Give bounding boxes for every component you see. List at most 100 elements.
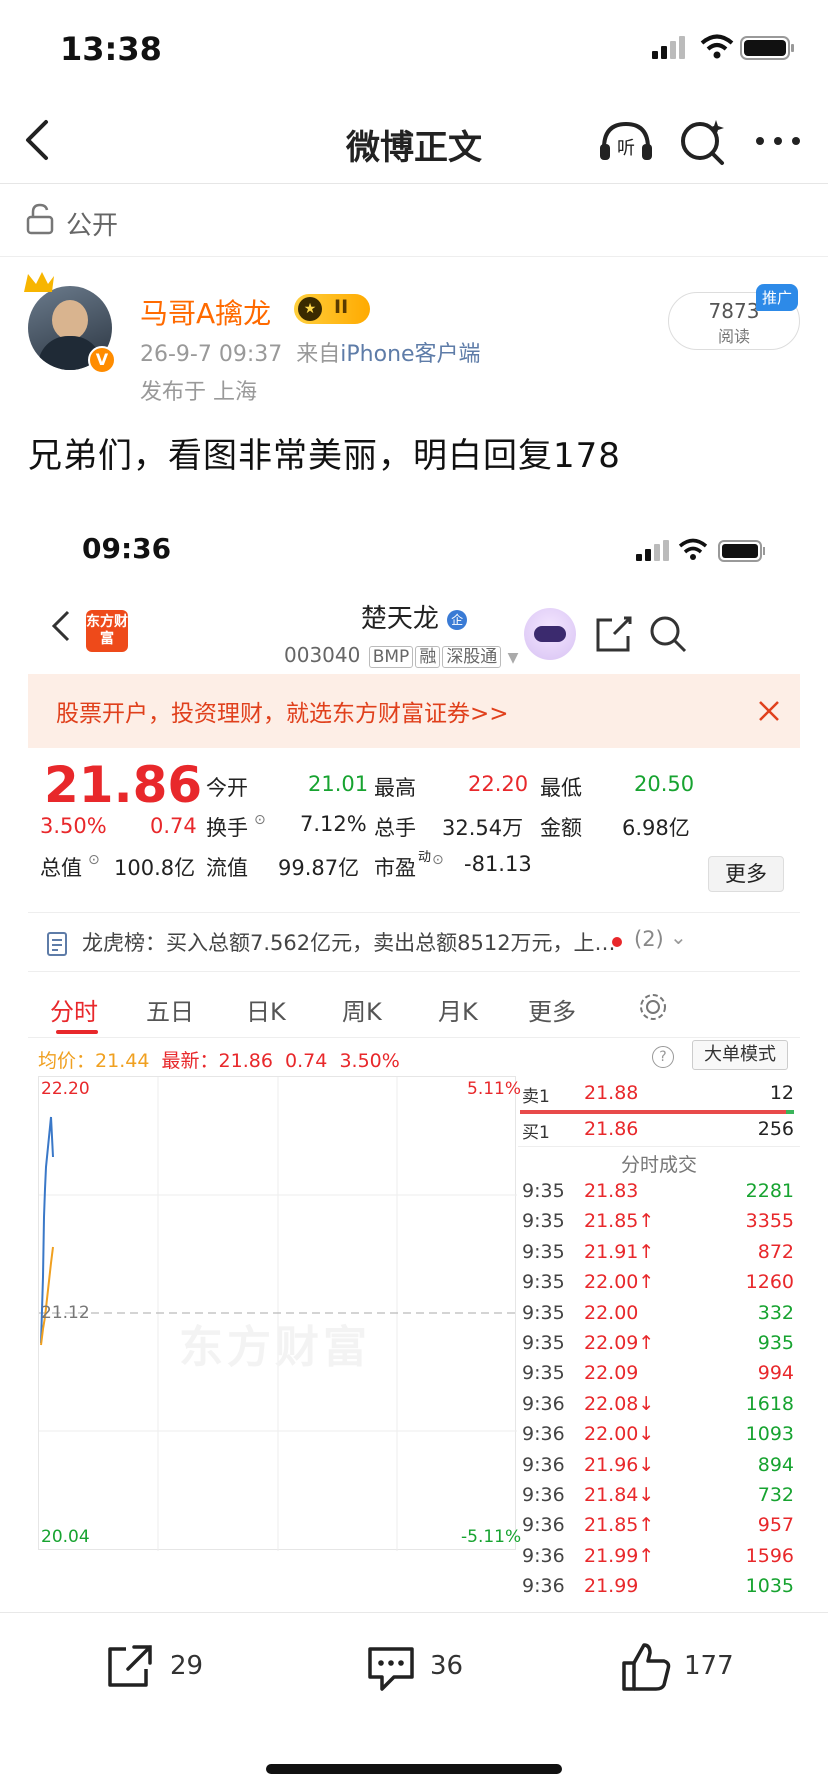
tick-price: 21.84↓: [584, 1484, 655, 1506]
stock-tag: BMP: [368, 646, 414, 668]
ask-row: 卖1 21.88 12: [522, 1082, 794, 1107]
stock-code: 003040: [284, 643, 361, 667]
dragon-tiger-row: 龙虎榜：买入总额7.562亿元，卖出总额8512万元，上… (2) ⌄: [28, 912, 800, 972]
tick-row: 9:35 21.83 2281: [518, 1180, 800, 1206]
intraday-chart: 东方财富 22.20 21.12 20.04 5.11% -5.11%: [38, 1076, 521, 1551]
svg-text:听: 听: [617, 138, 635, 159]
tick-time: 9:35: [522, 1362, 565, 1385]
field-label: 总手: [374, 816, 416, 840]
latest-label: 最新：: [161, 1050, 219, 1072]
promo-badge[interactable]: 推广: [756, 284, 799, 311]
more-dots-icon[interactable]: [754, 134, 802, 148]
from-prefix: 来自: [296, 342, 341, 367]
document-icon: [47, 932, 67, 956]
pe-suffix: 动: [418, 850, 432, 865]
tick-time: 9:35: [522, 1332, 565, 1354]
tick-time: 9:36: [522, 1453, 565, 1476]
tick-volume: 935: [757, 1332, 794, 1354]
field-label: 最低: [540, 776, 582, 800]
tick-row: 9:36 21.96↓ 894: [518, 1454, 800, 1480]
bid-volume: 256: [757, 1118, 794, 1140]
image-status-time: 09:36: [82, 532, 172, 565]
tick-price: 21.99: [584, 1575, 639, 1598]
info-icon: ⊙: [88, 852, 100, 868]
tick-volume: 957: [757, 1514, 794, 1537]
field-volume: 32.54万: [442, 816, 524, 840]
field-high: 22.20: [468, 772, 529, 796]
action-bar: 29 36 177: [0, 1612, 828, 1722]
tick-time: 9:36: [522, 1484, 565, 1506]
tab-underline: [56, 1030, 98, 1034]
field-label: 换手: [206, 816, 248, 840]
field-label: 市盈: [374, 856, 416, 880]
battery-icon: [740, 36, 794, 60]
member-level-badge: ★ II: [294, 294, 370, 324]
tick-time: 9:35: [522, 1301, 565, 1324]
dragon-tiger-text: 龙虎榜：买入总额7.562亿元，卖出总额8512万元，上…: [82, 931, 616, 955]
tick-volume: 3355: [745, 1210, 794, 1233]
star-icon: ★: [298, 297, 322, 321]
tick-volume: 332: [757, 1301, 794, 1324]
like-count[interactable]: 177: [684, 1651, 734, 1681]
author-name[interactable]: 马哥A擒龙: [140, 292, 271, 332]
listen-headphone-icon[interactable]: 听: [598, 118, 654, 164]
tick-time: 9:36: [522, 1423, 565, 1446]
change-pct: 3.50%: [40, 814, 107, 838]
tick-time: 9:36: [522, 1544, 565, 1567]
tick-price: 22.09↑: [584, 1332, 655, 1354]
robot-assistant-icon: [524, 608, 576, 660]
field-label: 流值: [206, 856, 248, 880]
pct-top-label: 5.11%: [467, 1079, 522, 1099]
ticks-title: 分时成交: [620, 1154, 697, 1176]
crown-icon: [24, 272, 54, 292]
tick-row: 9:35 22.09 994: [518, 1362, 800, 1388]
stock-tag: 深股通: [442, 646, 502, 668]
tick-volume: 872: [757, 1240, 794, 1263]
tick-price: 21.85↑: [584, 1514, 655, 1537]
avg-label: 均价：: [38, 1050, 96, 1072]
tab-five-day: 五日: [146, 998, 194, 1026]
red-dot: [612, 937, 622, 947]
y-top-label: 22.20: [41, 1079, 90, 1099]
tick-volume: 2281: [745, 1180, 794, 1202]
post-source[interactable]: iPhone客户端: [340, 342, 480, 367]
image-battery-icon: [718, 540, 765, 562]
ask-volume: 12: [769, 1082, 794, 1104]
tick-volume: 1618: [745, 1392, 794, 1415]
comment-count[interactable]: 36: [430, 1651, 463, 1681]
visibility-label: 公开: [66, 211, 119, 241]
field-label: 金额: [540, 816, 582, 840]
field-amount: 6.98亿: [622, 816, 690, 840]
tab-daily-k: 日K: [246, 998, 286, 1026]
field-market-cap: 100.8亿: [114, 856, 196, 880]
info-icon: ⊙: [254, 812, 266, 828]
image-wifi-icon: [678, 538, 708, 560]
tab-more: 更多: [528, 998, 576, 1026]
comment-icon[interactable]: [364, 1643, 418, 1693]
repost-count[interactable]: 29: [170, 1651, 203, 1681]
avg-price-line: 均价：21.44 最新：21.86 0.74 3.50%: [38, 1046, 400, 1073]
ad-banner: 股票开户，投资理财，就选东方财富证券>>: [28, 674, 800, 748]
ai-search-icon[interactable]: [678, 118, 726, 166]
post-image[interactable]: 09:36 东方财富 楚天龙 企 003040 BMP 融深股通 ▼ 股票开户，投…: [28, 510, 800, 1610]
like-thumb-icon[interactable]: [620, 1641, 672, 1693]
image-search-icon: [650, 616, 687, 653]
tick-volume: 1596: [745, 1544, 794, 1567]
tick-time: 9:35: [522, 1180, 565, 1202]
latest-value: 21.86: [218, 1050, 273, 1072]
tick-row: 9:35 21.85↑ 3355: [518, 1210, 800, 1236]
tick-price: 21.96↓: [584, 1453, 655, 1476]
dropdown-caret-icon: ▼: [507, 650, 519, 666]
tick-time: 9:35: [522, 1210, 565, 1233]
tick-price: 21.99↑: [584, 1544, 655, 1567]
repost-icon[interactable]: [104, 1643, 154, 1691]
stock-code-row: 003040 BMP 融深股通 ▼: [284, 642, 519, 668]
bid-price: 21.86: [584, 1118, 639, 1140]
status-time: 13:38: [60, 30, 162, 68]
field-float-cap: 99.87亿: [278, 856, 360, 880]
post-time: 26-9-7 09:37: [140, 342, 283, 367]
tick-volume: 1093: [745, 1423, 794, 1446]
tick-price: 21.91↑: [584, 1240, 655, 1263]
weibo-post-page: { "status": {"time": "13:38"}, "nav": {"…: [0, 0, 828, 1792]
bid-row: 买1 21.86 256: [522, 1118, 794, 1143]
